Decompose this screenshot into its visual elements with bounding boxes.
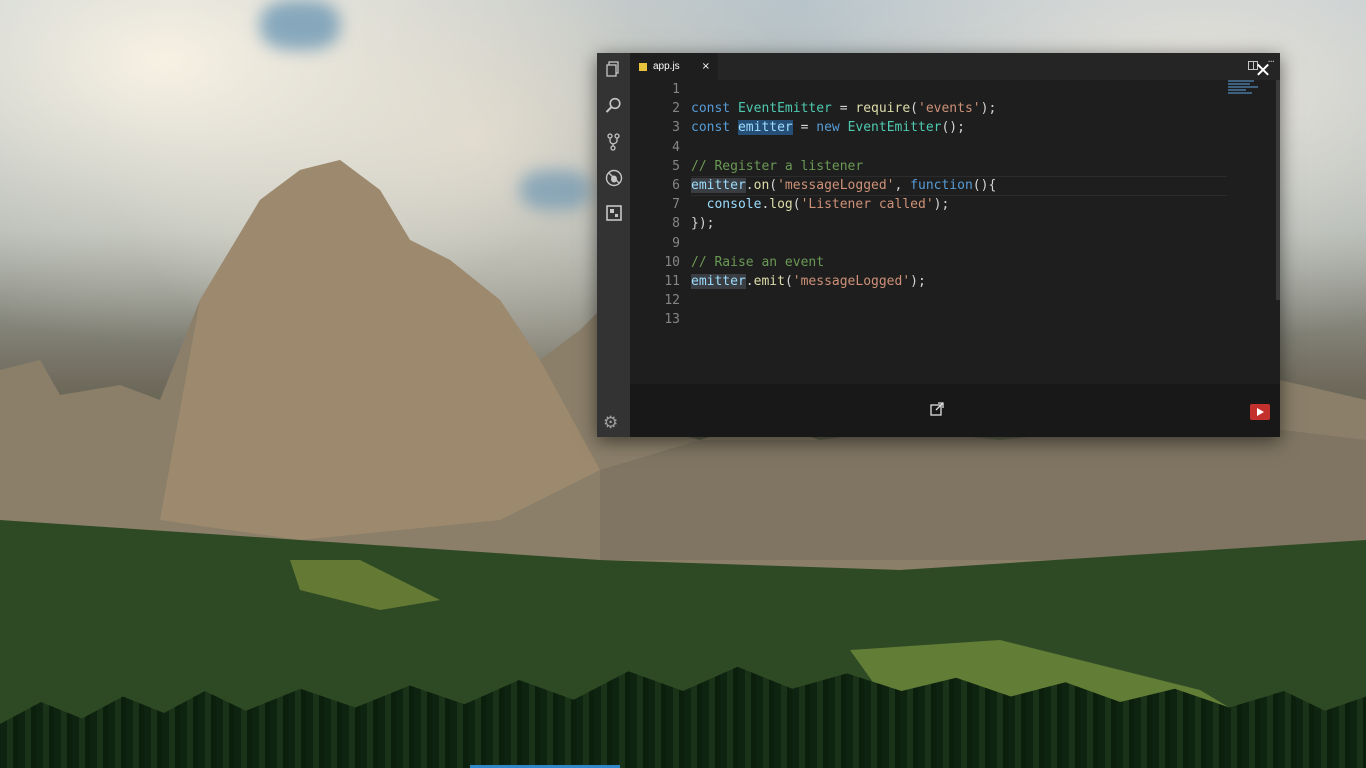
line-number: 7 [672,197,680,213]
line-number-gutter: 1 2 3 4 5 6 7 8 9 10 11 12 13 [630,80,680,329]
code-editor[interactable]: 1 2 3 4 5 6 7 8 9 10 11 12 13 const Even… [630,80,1280,384]
comment-token: // Register a listener [691,158,864,174]
string-token: 'Listener called' [800,197,934,213]
line-number: 9 [672,235,680,251]
code-line: const EventEmitter = require('events'); [691,99,1231,118]
tab-label: app.js [653,61,680,72]
minimap-line [1228,83,1250,85]
keyword-token: const [691,101,731,117]
punct-token: (); [941,120,965,136]
extensions-icon[interactable] [603,205,624,226]
string-token: 'events' [918,101,981,117]
video-footer-bar [630,384,1280,437]
punct-token: }); [691,216,715,232]
js-file-icon [639,62,647,71]
variable-token: emitter [691,177,746,193]
punct-token: . [745,273,754,289]
tab-bar: app.js × ··· [630,53,1280,80]
punct-token: ); [910,273,926,289]
punct-token: ( [910,101,918,117]
code-line: // Raise an event [691,253,1231,272]
gear-icon[interactable]: ⚙ [603,413,618,433]
code-editor-window: ⚙ app.js × ··· 1 2 3 4 5 6 7 8 9 10 11 1… [597,53,1280,437]
variable-token: console [706,197,762,213]
keyword-token: const [691,120,731,136]
tab-close-button[interactable]: × [702,61,710,72]
string-token: 'messageLogged' [792,273,911,289]
code-line: // Register a listener [691,157,1231,176]
punct-token: , [894,177,911,193]
scrollbar[interactable] [1276,80,1280,300]
line-number: 5 [672,158,680,174]
function-token: require [855,101,911,117]
close-icon[interactable]: ✕ [1252,59,1274,81]
code-line: console.log('Listener called'); [691,195,1231,214]
line-number: 8 [672,216,680,232]
line-number: 10 [664,254,680,270]
line-number: 1 [672,82,680,97]
code-line: }); [691,214,1231,233]
line-number: 6 [672,177,680,193]
string-token: 'messageLogged' [777,177,895,193]
punct-token: (){ [972,177,997,193]
variable-token: emitter [691,273,746,289]
minimap-line [1228,86,1258,88]
punct-token: ( [792,197,801,213]
punct-token: ); [933,197,950,213]
line-number: 13 [664,312,680,328]
function-token: emit [753,273,785,289]
external-link-icon[interactable] [930,402,944,416]
punct-token: . [745,177,754,193]
keyword-token: function [910,177,973,193]
class-token: EventEmitter [847,120,942,136]
line-number: 2 [672,101,680,117]
search-icon[interactable] [603,97,624,118]
debug-icon[interactable] [603,169,624,190]
minimap-line [1228,80,1254,82]
class-token: EventEmitter [737,101,832,117]
code-line: emitter.emit('messageLogged'); [691,272,1231,291]
youtube-logo-icon[interactable] [1250,404,1270,420]
source-control-icon[interactable] [603,133,624,154]
minimap-line [1228,89,1246,91]
code-line: emitter.on('messageLogged', function(){ [691,176,1231,195]
code-content[interactable]: const EventEmitter = require('events'); … [691,80,1231,329]
tab-app-js[interactable]: app.js × [630,53,718,80]
activity-bar: ⚙ [597,53,630,437]
line-number: 11 [664,273,680,289]
keyword-token: new [816,120,840,136]
operator-token: = [792,120,817,136]
function-token: log [769,197,793,213]
function-token: on [753,177,770,193]
minimap[interactable] [1228,80,1266,100]
punct-token: ( [784,273,793,289]
line-number: 3 [672,120,680,136]
variable-token: emitter [737,120,793,136]
code-line: const emitter = new EventEmitter(); [691,118,1231,137]
punct-token: ( [769,177,778,193]
operator-token: = [831,101,856,117]
files-icon[interactable] [603,61,624,82]
comment-token: // Raise an event [691,254,825,270]
minimap-line [1228,92,1252,94]
punct-token: ); [980,101,997,117]
line-number: 12 [664,293,680,309]
line-number: 4 [672,139,680,155]
